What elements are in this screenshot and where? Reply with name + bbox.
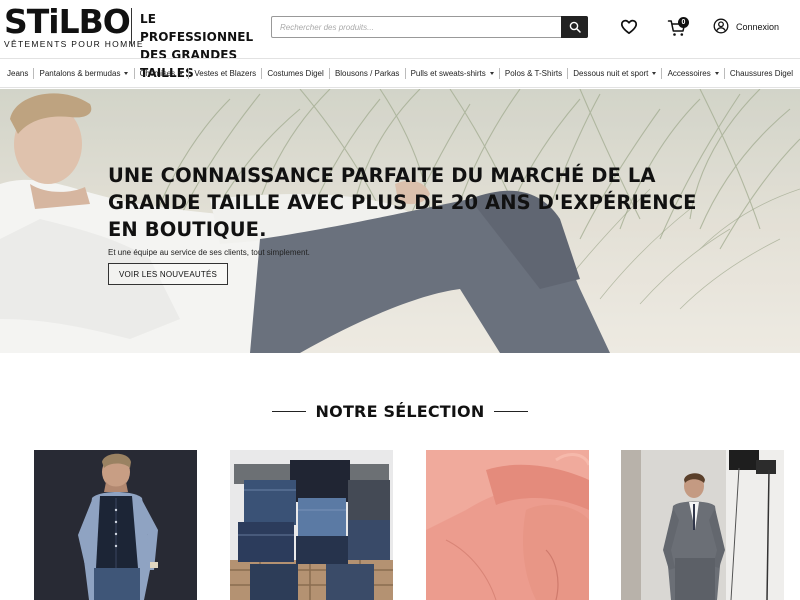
wishlist-heart-icon[interactable] (620, 18, 638, 36)
folded-sweaters-image (230, 450, 393, 600)
pink-shirt-image (426, 450, 589, 600)
main-navigation: Jeans Pantalons & bermudas Chemises Vest… (0, 58, 800, 88)
section-title: NOTRE SÉLECTION (315, 401, 485, 421)
nav-separator (328, 67, 330, 79)
chevron-down-icon (124, 71, 129, 75)
logo-subtitle: VÊTEMENTS POUR HOMME (4, 39, 144, 49)
search-icon (569, 21, 581, 33)
site-header: STiLBO VÊTEMENTS POUR HOMME LE PROFESSIO… (0, 0, 800, 80)
nav-item-pantalons[interactable]: Pantalons & bermudas (40, 69, 129, 78)
heading-line-right (494, 410, 529, 412)
heading-line-left (271, 410, 306, 412)
search-input[interactable] (272, 17, 562, 37)
grey-suit-model-image (621, 450, 784, 600)
product-card-pink-shirt[interactable] (426, 450, 589, 600)
nav-separator (723, 67, 725, 79)
product-card-grey-suit-model[interactable] (621, 450, 784, 600)
chevron-down-icon (714, 71, 719, 75)
product-card-folded-sweaters[interactable] (230, 450, 393, 600)
nav-separator (661, 67, 663, 79)
nav-item-costumes[interactable]: Costumes Digel (267, 69, 323, 78)
chevron-down-icon (652, 71, 657, 75)
product-card-waistcoat-model[interactable] (34, 450, 197, 600)
nav-separator (133, 67, 135, 79)
view-new-arrivals-button[interactable]: VOIR LES NOUVEAUTÉS (108, 263, 228, 285)
login-link[interactable]: Connexion (736, 22, 779, 32)
nav-item-jeans[interactable]: Jeans (7, 69, 28, 78)
user-account-icon[interactable] (713, 18, 729, 34)
nav-separator (404, 67, 406, 79)
chevron-down-icon (179, 71, 184, 75)
hero-subtitle: Et une équipe au service de ses clients,… (108, 248, 310, 257)
hero-title: UNE CONNAISSANCE PARFAITE DU MARCHÉ DE L… (108, 164, 697, 241)
cart-count-badge: 0 (678, 17, 689, 28)
logo-text: STiLBO (4, 2, 131, 41)
selection-heading: NOTRE SÉLECTION (0, 400, 800, 422)
nav-item-vestes-blazers[interactable]: Vestes et Blazers (194, 69, 256, 78)
nav-item-chemises[interactable]: Chemises (140, 69, 184, 78)
nav-item-polos[interactable]: Polos & T-Shirts (505, 69, 562, 78)
brand-logo[interactable]: STiLBO VÊTEMENTS POUR HOMME (4, 2, 144, 50)
nav-item-blousons[interactable]: Blousons / Parkas (335, 69, 399, 78)
logo-divider (131, 8, 132, 46)
nav-separator (188, 67, 190, 79)
nav-item-chaussures[interactable]: Chaussures Digel (730, 69, 793, 78)
hero-banner: UNE CONNAISSANCE PARFAITE DU MARCHÉ DE L… (0, 89, 800, 353)
search-bar (271, 16, 588, 38)
waistcoat-model-image (34, 450, 197, 600)
nav-separator (498, 67, 500, 79)
nav-separator (33, 67, 35, 79)
nav-item-dessous[interactable]: Dessous nuit et sport (573, 69, 657, 78)
nav-separator (567, 67, 569, 79)
nav-item-pulls[interactable]: Pulls et sweats-shirts (411, 69, 494, 78)
chevron-down-icon (489, 71, 494, 75)
nav-separator (261, 67, 263, 79)
search-button[interactable] (561, 16, 588, 38)
tagline-line-1: LE PROFESSIONNEL (140, 12, 254, 44)
nav-item-accessoires[interactable]: Accessoires (668, 69, 719, 78)
